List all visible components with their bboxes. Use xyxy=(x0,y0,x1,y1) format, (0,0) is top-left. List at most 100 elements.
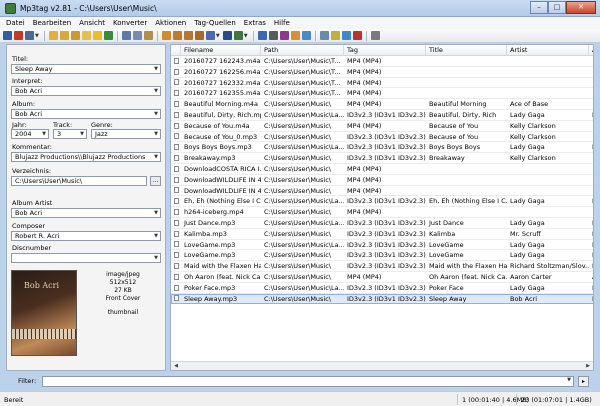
table-row[interactable]: Because of You_0.mp3 C:\Users\User\Music\… xyxy=(171,132,593,143)
copy-icon[interactable] xyxy=(132,31,142,40)
export-icon[interactable] xyxy=(330,31,340,40)
chevron-down-icon[interactable]: ▼ xyxy=(35,33,39,39)
scroll-right-icon[interactable]: ▶ xyxy=(584,363,592,370)
cover-art-image[interactable]: Bob Acri xyxy=(11,270,77,356)
table-row[interactable]: DownloadWILDLIFE IN 4... C:\Users\User\Mu… xyxy=(171,175,593,186)
paste-icon[interactable] xyxy=(143,31,153,40)
column-header-path[interactable]: Path xyxy=(261,45,344,56)
menu-ansicht[interactable]: Ansicht xyxy=(75,19,109,27)
minimize-button[interactable]: – xyxy=(530,1,548,14)
table-row[interactable]: Oh Aaron (feat. Nick Ca... C:\Users\User\… xyxy=(171,272,593,283)
text-tag-icon[interactable] xyxy=(194,31,204,40)
year-field[interactable]: 2004 ▼ xyxy=(11,129,49,139)
table-row[interactable]: LoveGame.mp3 C:\Users\User\Music\ ID3v2.3 … xyxy=(171,250,593,262)
web-source-icon[interactable] xyxy=(301,31,311,40)
folder-refresh-icon[interactable] xyxy=(70,31,80,40)
track-field[interactable]: 3 ▼ xyxy=(53,129,87,139)
table-row[interactable]: Maid with the Flaxen Ha... C:\Users\User\… xyxy=(171,261,593,272)
album-artist-field[interactable]: Bob Acri ▼ xyxy=(11,208,161,218)
amazon-icon[interactable] xyxy=(290,31,300,40)
case-conversion-icon[interactable] xyxy=(222,31,232,40)
filter-input[interactable]: ▼ xyxy=(42,376,574,387)
tag-filename-icon[interactable] xyxy=(161,31,171,40)
favorite-star-icon[interactable] xyxy=(92,31,102,40)
column-header-tag[interactable]: Tag xyxy=(344,45,426,56)
table-row[interactable]: Beautiful, Dirty, Rich.mp3 C:\Users\User\… xyxy=(171,110,593,121)
chevron-down-icon[interactable]: ▼ xyxy=(244,33,248,39)
menu-bearbeiten[interactable]: Bearbeiten xyxy=(29,19,75,27)
cell-path: C:\Users\User\Music\ xyxy=(264,164,331,173)
close-button[interactable]: ✕ xyxy=(566,1,596,14)
refresh-icon[interactable] xyxy=(103,31,113,40)
genre-field[interactable]: Jazz ▼ xyxy=(91,129,161,139)
menu-aktionen[interactable]: Aktionen xyxy=(151,19,190,27)
undo-icon[interactable] xyxy=(25,31,34,40)
save-icon[interactable] xyxy=(3,31,12,40)
horizontal-scrollbar[interactable]: ◀ ▶ xyxy=(171,361,593,370)
comment-field[interactable]: Blujazz Productions\\Blujazz Productions… xyxy=(11,152,161,162)
column-header-title[interactable]: Title xyxy=(426,45,507,56)
chevron-down-icon: ▼ xyxy=(154,111,158,117)
table-row[interactable]: Eh, Eh (Nothing Else I C... C:\Users\User… xyxy=(171,196,593,208)
table-row[interactable]: Sleep Away.mp3 C:\Users\User\Music\ ID3v2.… xyxy=(171,293,593,305)
table-row[interactable]: Breakaway.mp3 C:\Users\User\Music\ ID3v2.3… xyxy=(171,153,593,164)
menu-datei[interactable]: Datei xyxy=(2,19,29,27)
table-row[interactable]: 20160727 162332.m4a C:\Users\User\Music\T… xyxy=(171,78,593,89)
artist-field[interactable]: Bob Acri ▼ xyxy=(11,86,161,96)
directory-field[interactable]: C:\Users\User\Music\ xyxy=(11,176,147,186)
discnumber-field[interactable]: ▼ xyxy=(11,253,161,263)
folder-icon[interactable] xyxy=(81,31,91,40)
browse-directory-button[interactable]: ... xyxy=(150,176,161,186)
filename-tag-icon[interactable] xyxy=(172,31,182,40)
options-wrench-icon[interactable] xyxy=(370,31,380,40)
table-row[interactable]: Poker Face.mp3 C:\Users\User\Music\La... I… xyxy=(171,283,593,294)
table-row[interactable]: Because of You.m4a C:\Users\User\Music\ MP… xyxy=(171,121,593,132)
cell-path: C:\Users\User\Music\ xyxy=(264,132,331,141)
table-row[interactable]: Beautiful Morning.m4a C:\Users\User\Music… xyxy=(171,99,593,110)
menu-hilfe[interactable]: Hilfe xyxy=(270,19,294,27)
title-field[interactable]: Sleep Away ▼ xyxy=(11,64,161,74)
cell-path: C:\Users\User\Music\ xyxy=(264,175,331,184)
cell-path: C:\Users\User\Music\T... xyxy=(264,67,341,76)
column-header-album[interactable]: A xyxy=(589,45,593,56)
web-icon[interactable] xyxy=(341,31,351,40)
filter-apply-button[interactable]: ▸ xyxy=(578,376,589,387)
table-row[interactable]: LoveGame.mp3 C:\Users\User\Music\La... ID3… xyxy=(171,240,593,251)
autonumber-icon[interactable] xyxy=(205,31,215,40)
table-row[interactable]: DownloadCOSTA RICA I... C:\Users\User\Mus… xyxy=(171,164,593,175)
chevron-down-icon[interactable]: ▼ xyxy=(216,33,220,39)
chevron-down-icon: ▼ xyxy=(567,377,571,383)
table-row[interactable]: Kalimba.mp3 C:\Users\User\Music\ ID3v2.3 (… xyxy=(171,229,593,240)
delete-tag-icon[interactable] xyxy=(14,31,23,40)
album-field[interactable]: Bob Acri ▼ xyxy=(11,109,161,119)
freedb-icon[interactable] xyxy=(257,31,267,40)
cell-album: L xyxy=(589,250,593,260)
scroll-left-icon[interactable]: ◀ xyxy=(172,363,180,370)
cell-album: B xyxy=(589,294,593,304)
cell-title xyxy=(426,186,507,196)
add-folder-icon[interactable] xyxy=(59,31,69,40)
table-row[interactable]: 20160727 162256.m4a C:\Users\User\Music\T… xyxy=(171,67,593,78)
actions-icon[interactable] xyxy=(233,31,243,40)
open-folder-icon[interactable] xyxy=(48,31,58,40)
menu-extras[interactable]: Extras xyxy=(240,19,270,27)
composer-field[interactable]: Robert R. Acri ▼ xyxy=(11,231,161,241)
table-row[interactable]: Just Dance.mp3 C:\Users\User\Music\La... I… xyxy=(171,218,593,229)
column-header-artist[interactable]: Artist xyxy=(507,45,589,56)
table-row[interactable]: 20160727 162243.m4a C:\Users\User\Music\T… xyxy=(171,56,593,67)
discogs-icon[interactable] xyxy=(268,31,278,40)
maximize-button[interactable]: □ xyxy=(548,1,566,14)
menu-konverter[interactable]: Konverter xyxy=(109,19,151,27)
cell-filename: DownloadWILDLIFE IN 4... xyxy=(184,186,261,195)
playlist-icon[interactable] xyxy=(319,31,329,40)
table-row[interactable]: DownloadWILDLIFE IN 4... C:\Users\User\Mu… xyxy=(171,186,593,197)
table-row[interactable]: Boys Boys Boys.mp3 C:\Users\User\Music\La… xyxy=(171,142,593,154)
menu-tag-quellen[interactable]: Tag-Quellen xyxy=(190,19,240,27)
table-row[interactable]: h264-iceberg.mp4 C:\Users\User\Music\ MP4 … xyxy=(171,207,593,218)
stop-icon[interactable] xyxy=(352,31,362,40)
select-all-icon[interactable] xyxy=(121,31,131,40)
musicbrainz-icon[interactable] xyxy=(279,31,289,40)
filename-filename-icon[interactable] xyxy=(183,31,193,40)
table-row[interactable]: 20160727 162355.m4a C:\Users\User\Music\T… xyxy=(171,88,593,100)
column-header-filename[interactable]: Filename xyxy=(181,45,261,56)
